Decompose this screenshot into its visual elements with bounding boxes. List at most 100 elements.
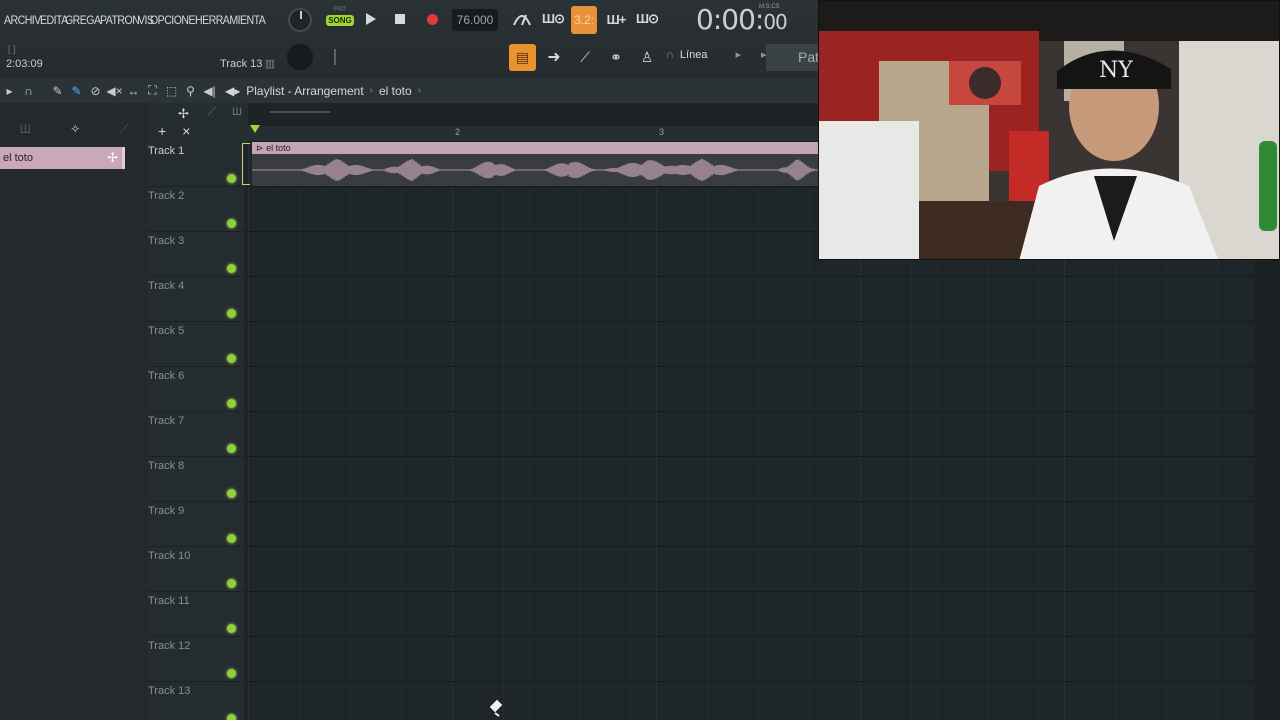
track-row[interactable]: Track 3	[148, 232, 244, 277]
options-arrow-icon[interactable]: ◀▸	[225, 84, 240, 98]
zoom-tool-icon[interactable]: ⚲	[181, 81, 200, 101]
magnet-snap-icon[interactable]: ∩	[19, 81, 38, 101]
play-icon	[366, 13, 376, 25]
step-edit-button[interactable]: 3.2:	[571, 6, 597, 34]
track-row[interactable]: Track 2	[148, 187, 244, 232]
track-name: Track 7	[148, 415, 185, 427]
picker-clip-item[interactable]: el toto ✢	[0, 147, 125, 169]
pat-song-toggle[interactable]: PAT SONG	[326, 6, 354, 34]
ruler-bar-3: 3	[659, 127, 665, 137]
record-button[interactable]	[421, 8, 443, 30]
scrollbar-thumb[interactable]	[270, 111, 330, 113]
track-row[interactable]: Track 10	[148, 547, 244, 592]
horizontal-scrollbar[interactable]	[258, 108, 818, 116]
track-row[interactable]: Track 4	[148, 277, 244, 322]
vertical-scrollbar[interactable]	[1255, 260, 1280, 720]
track-mute-led[interactable]	[227, 489, 236, 498]
track-mute-led[interactable]	[227, 714, 236, 720]
play-button[interactable]	[360, 8, 382, 30]
wait-input-button[interactable]: Ш⊙	[540, 8, 566, 30]
clip-source-icon[interactable]: ✧	[70, 122, 80, 136]
webcam-overlay: NY	[818, 0, 1280, 260]
grid-small-icon[interactable]: Ш	[232, 106, 242, 118]
track-name: Track 9	[148, 505, 185, 517]
track-row[interactable]: Track 9	[148, 502, 244, 547]
tempo-display[interactable]: 76.000	[452, 9, 498, 31]
menu-item[interactable]: OPCIONE	[150, 13, 196, 27]
track-mute-led[interactable]	[227, 624, 236, 633]
menu-item[interactable]: HERRAMIENTA	[195, 13, 266, 27]
menu-item[interactable]: EDITA	[40, 13, 68, 27]
loop-record-button[interactable]: Ш⊙	[634, 8, 660, 30]
stop-button[interactable]	[389, 8, 411, 30]
chevron-right-icon: ▸	[735, 49, 741, 61]
track-name: Track 4	[148, 280, 185, 292]
track-mute-led[interactable]	[227, 399, 236, 408]
slip-tool-icon[interactable]: ↔	[124, 81, 143, 101]
track-row[interactable]: Track 13	[148, 682, 244, 720]
track-mute-led[interactable]	[227, 264, 236, 273]
track-mute-led[interactable]	[227, 444, 236, 453]
breadcrumb-separator-icon: ›	[369, 85, 373, 96]
menu-item[interactable]: ARCHIV	[4, 13, 41, 27]
track-mute-led[interactable]	[227, 309, 236, 318]
lock-icon: ▥	[264, 57, 276, 70]
brush-icon[interactable]: ⟋	[120, 122, 128, 137]
draw-tool-icon[interactable]: ✎	[48, 81, 67, 101]
slice-tool-icon[interactable]: ⛶	[143, 81, 162, 101]
metronome-button[interactable]	[510, 8, 534, 30]
track-mute-led[interactable]	[227, 669, 236, 678]
snap-selector[interactable]: ∩ Línea ▸ ▸	[666, 48, 767, 62]
play-arrow-icon[interactable]: ▸	[0, 81, 19, 101]
menu-item[interactable]: PATRON	[100, 13, 140, 27]
track-row[interactable]: Track 11	[148, 592, 244, 637]
timeline-ruler[interactable]: 2 3	[248, 126, 820, 142]
playback-tool-icon[interactable]: ◀|	[200, 81, 219, 101]
picker-icon[interactable]: Ш	[20, 122, 31, 136]
time-sub: 00	[763, 10, 787, 34]
track-row[interactable]: Track 5	[148, 322, 244, 367]
main-volume-knob[interactable]	[288, 8, 312, 32]
pattern-selector[interactable]: Patr	[766, 44, 820, 71]
selection-bracket	[242, 143, 250, 185]
webcam-image: NY	[819, 1, 1279, 259]
pencil-small-icon[interactable]: ⟋	[208, 106, 216, 119]
track-row[interactable]: Track 6	[148, 367, 244, 412]
delete-tool-icon[interactable]: ⊘	[86, 81, 105, 101]
paint-tool-icon[interactable]: ✎	[67, 81, 86, 101]
time-unit-label: M:S:CS	[759, 4, 780, 10]
track-mute-led[interactable]	[227, 219, 236, 228]
add-track-icon[interactable]: +	[158, 123, 166, 139]
step-label: 3.2:	[573, 13, 594, 27]
track-mute-led[interactable]	[227, 579, 236, 588]
track-row[interactable]: Track 1	[148, 142, 244, 187]
menu-item[interactable]: GREGA	[65, 13, 101, 27]
master-volume-slider[interactable]	[330, 49, 340, 65]
hint-bracket: [ ]	[8, 44, 16, 54]
close-icon[interactable]: ×	[182, 123, 190, 139]
scroll-move-icon[interactable]: ✢	[178, 106, 189, 122]
browser-panel	[0, 78, 148, 720]
plugin-button[interactable]: ⟋	[574, 46, 596, 68]
audio-clip-header[interactable]: ⊳ el toto	[252, 142, 820, 154]
blend-icon: Ш+	[606, 11, 627, 27]
track-row[interactable]: Track 12	[148, 637, 244, 682]
playhead-marker[interactable]	[250, 125, 260, 133]
piano-roll-button[interactable]: ➜	[543, 46, 565, 68]
track-row[interactable]: Track 8	[148, 457, 244, 502]
playlist-button[interactable]: ▤	[509, 44, 536, 71]
track-mute-led[interactable]	[227, 534, 236, 543]
master-pitch-knob[interactable]	[287, 44, 313, 70]
mixer-button[interactable]: ♙	[636, 46, 658, 68]
waveform-path	[252, 159, 820, 181]
select-tool-icon[interactable]: ⬚	[162, 81, 181, 101]
audio-clip[interactable]: ⊳ el toto	[252, 142, 820, 186]
track-mute-led[interactable]	[227, 354, 236, 363]
track-mute-led[interactable]	[227, 174, 236, 183]
snap-value: Línea	[679, 48, 708, 61]
track-name: Track 5	[148, 325, 185, 337]
blend-notes-button[interactable]: Ш+	[603, 8, 629, 30]
mute-tool-icon[interactable]: ◀×	[105, 81, 124, 101]
link-button[interactable]: ⚭	[605, 46, 627, 68]
track-row[interactable]: Track 7	[148, 412, 244, 457]
